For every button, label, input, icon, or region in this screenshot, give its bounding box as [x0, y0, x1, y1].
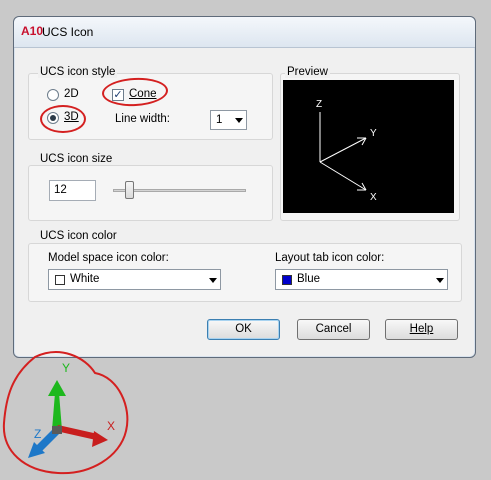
radio-2d-circle[interactable] [47, 89, 59, 101]
autocad-app-icon: A10 [21, 24, 44, 38]
ucs-icon-dialog: A10 UCS Icon UCS icon style 2D 3D ✓ Cone… [13, 16, 476, 358]
icon-size-input[interactable]: 12 [49, 180, 96, 201]
preview-group-title: Preview [285, 66, 330, 78]
preview-axis-x: X [370, 192, 377, 203]
icon-axis-x-label: X [107, 419, 115, 433]
layout-color-swatch [282, 275, 292, 285]
ok-button[interactable]: OK [207, 319, 280, 340]
icon-axis-z-label: Z [34, 427, 41, 441]
dialog-title: UCS Icon [42, 25, 94, 39]
model-color-select[interactable]: White [48, 269, 221, 290]
chevron-down-icon [436, 277, 444, 283]
model-color-swatch [55, 275, 65, 285]
model-color-value: White [70, 273, 100, 285]
line-width-value: 1 [216, 114, 223, 126]
help-button[interactable]: Help [385, 319, 458, 340]
icon-axis-y-label: Y [62, 361, 70, 375]
ucs-3d-icon: Y X Z [28, 361, 115, 458]
cancel-button[interactable]: Cancel [297, 319, 370, 340]
preview-axis-z: Z [316, 99, 322, 110]
preview-ucs-icon: Z Y X [316, 99, 377, 203]
icon-size-slider-thumb[interactable] [125, 181, 135, 199]
chevron-down-icon [209, 277, 217, 283]
layout-color-label: Layout tab icon color: [275, 252, 385, 264]
layout-color-value: Blue [297, 273, 321, 285]
preview-canvas: Z Y X [283, 80, 454, 213]
radio-2d-label: 2D [64, 88, 79, 100]
chevron-down-icon [235, 118, 243, 123]
annotation-circle-3d [40, 105, 86, 133]
model-color-label: Model space icon color: [48, 252, 169, 264]
size-group-title: UCS icon size [38, 153, 115, 165]
layout-color-select[interactable]: Blue [275, 269, 448, 290]
line-width-label: Line width: [115, 113, 170, 125]
color-group-title: UCS icon color [38, 230, 119, 242]
style-group-title: UCS icon style [38, 66, 118, 78]
radio-2d[interactable]: 2D [47, 88, 87, 102]
title-bar[interactable]: A10 UCS Icon [14, 17, 475, 48]
line-width-select[interactable]: 1 [210, 110, 247, 130]
preview-axis-y: Y [370, 128, 377, 139]
